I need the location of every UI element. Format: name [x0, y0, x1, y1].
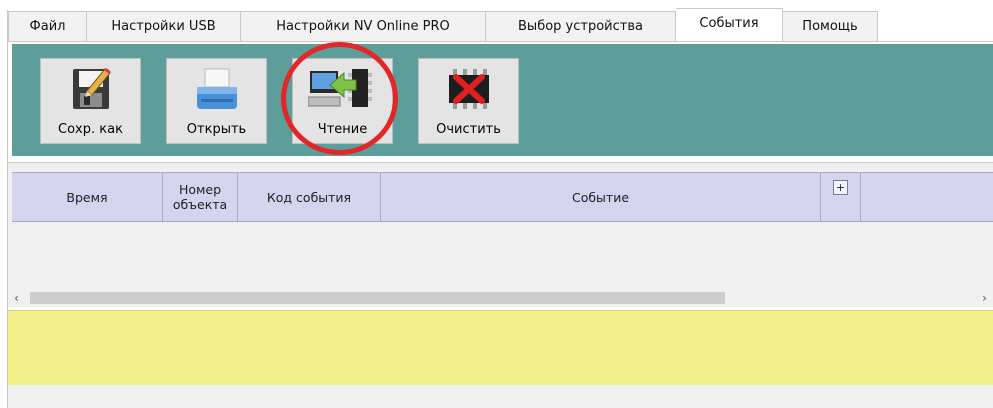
scroll-right-icon[interactable]: ›	[976, 290, 993, 307]
scrollbar-thumb[interactable]	[30, 292, 725, 304]
column-header-time[interactable]: Время	[12, 173, 163, 221]
read-button[interactable]: Чтение	[292, 58, 393, 144]
read-label: Чтение	[317, 122, 368, 137]
clear-button[interactable]: Очистить	[418, 58, 519, 144]
floppy-pencil-icon	[65, 65, 117, 113]
menu-tab-bar: Файл Настройки USB Настройки NV Online P…	[8, 8, 993, 41]
column-header-filler	[861, 173, 993, 221]
ribbon-frame: Сохр. как Открыть Чтение Очистить	[8, 41, 993, 163]
tab-events[interactable]: События	[676, 8, 783, 41]
toolbar-ribbon: Сохр. как Открыть Чтение Очистить	[12, 44, 993, 156]
events-table-header: Время Номер объекта Код события Событие …	[12, 172, 993, 222]
tab-usb-settings[interactable]: Настройки USB	[87, 11, 241, 41]
column-header-event[interactable]: Событие	[381, 173, 821, 221]
open-button[interactable]: Открыть	[166, 58, 267, 144]
app-window: Файл Настройки USB Настройки NV Online P…	[0, 0, 993, 408]
events-grid: Время Номер объекта Код события Событие …	[8, 162, 993, 291]
computer-read-arrow-icon	[307, 65, 372, 113]
footer-bar	[8, 385, 993, 408]
scroll-left-icon[interactable]: ‹	[8, 290, 25, 307]
horizontal-scrollbar[interactable]: ‹ ›	[8, 290, 993, 307]
tab-file[interactable]: Файл	[8, 11, 87, 41]
tab-nv-online-settings[interactable]: Настройки NV Online PRO	[241, 11, 486, 41]
column-header-event-code[interactable]: Код события	[238, 173, 381, 221]
expand-columns-button[interactable]: +	[833, 180, 848, 195]
column-header-expand: +	[821, 173, 861, 221]
open-label: Открыть	[186, 122, 247, 137]
save-as-label: Сохр. как	[58, 122, 123, 137]
column-header-object-number[interactable]: Номер объекта	[163, 173, 238, 221]
tab-help[interactable]: Помощь	[783, 11, 878, 41]
clear-label: Очистить	[436, 122, 501, 137]
status-panel	[8, 310, 993, 386]
chip-clear-x-icon	[443, 65, 495, 113]
save-as-button[interactable]: Сохр. как	[40, 58, 141, 144]
printer-tray-icon	[191, 65, 243, 113]
tab-device-select[interactable]: Выбор устройства	[486, 11, 676, 41]
